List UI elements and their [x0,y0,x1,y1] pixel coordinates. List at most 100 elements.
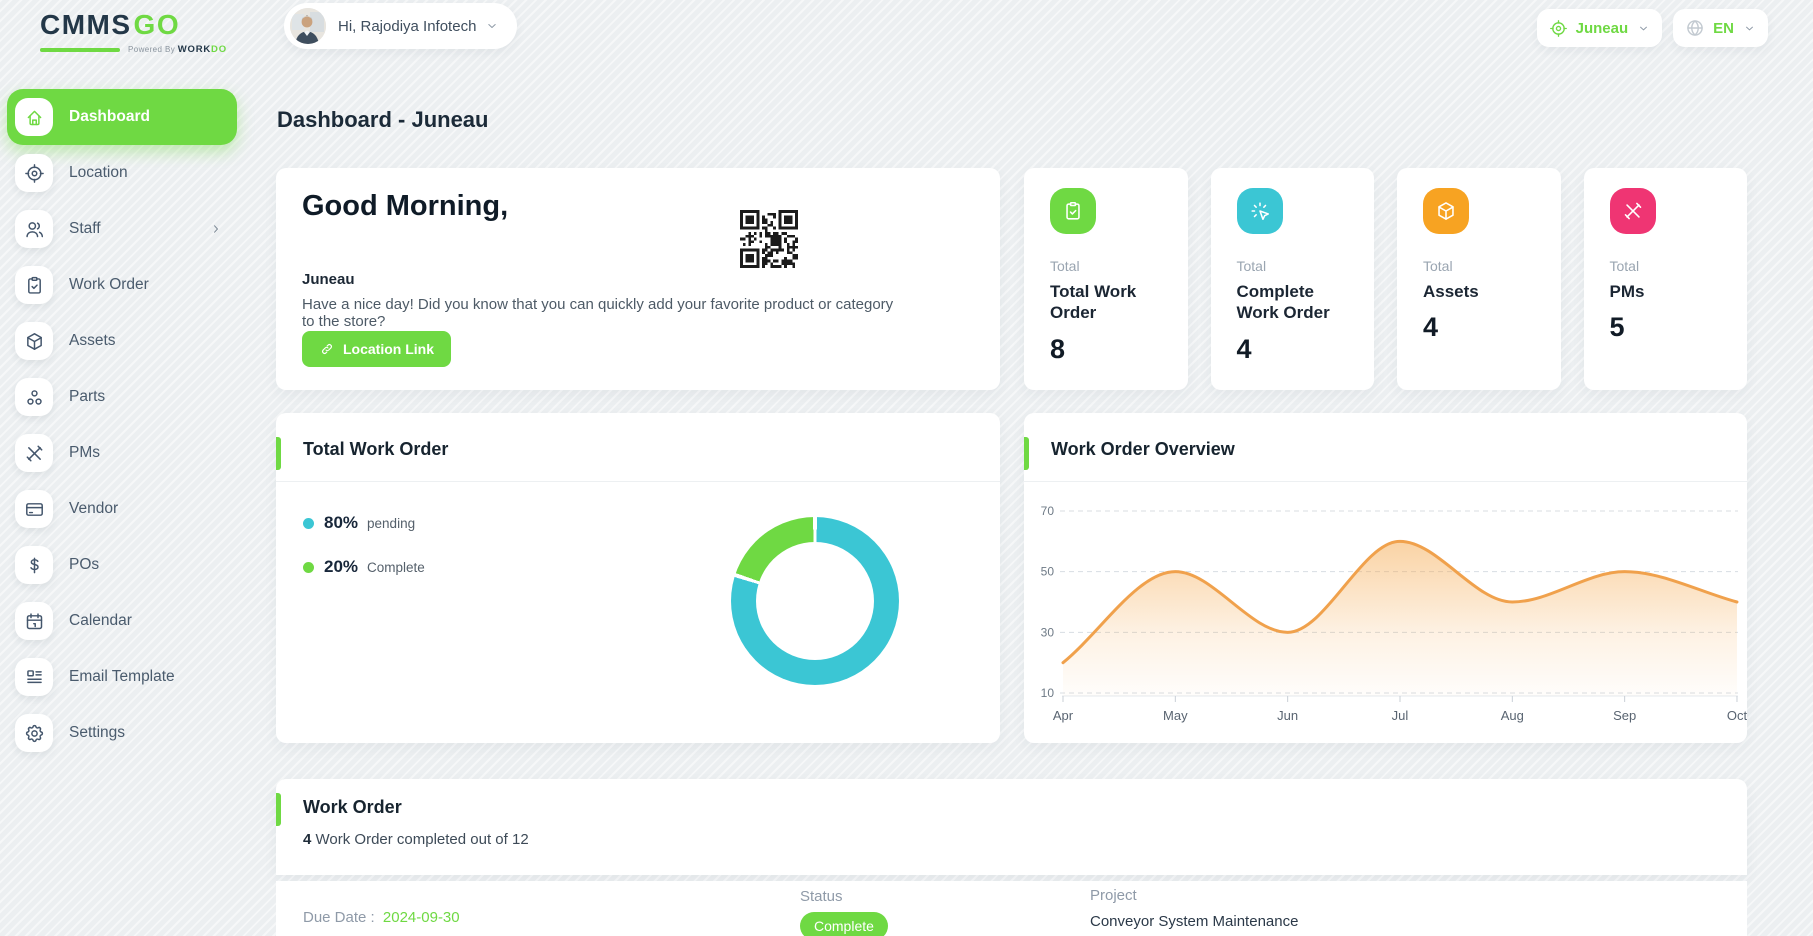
accent-bar [1024,437,1029,470]
work-order-header-card: Work Order 4 Work Order completed out of… [276,779,1747,875]
template-icon [15,658,53,696]
accent-bar [276,793,281,826]
greeting-message: Have a nice day! Did you know that you c… [302,296,902,330]
users-icon [15,210,53,248]
stat-title: PMs [1610,281,1730,302]
header-actions: Juneau EN [1537,9,1768,47]
brand-logo-text: CMMSGO [40,11,227,39]
sidebar-item-staff[interactable]: Staff [7,201,237,257]
sidebar-item-label: POs [69,556,99,574]
due-date-value: 2024-09-30 [383,909,460,926]
chevron-down-icon [485,19,499,33]
sidebar-item-label: Assets [69,332,116,350]
sidebar-item-label: Staff [69,220,101,238]
location-selector-value: Juneau [1576,20,1629,37]
stat-value: 8 [1050,334,1188,365]
card-header: Work Order Overview [1024,413,1747,482]
greeting-title: Good Morning, [302,190,508,223]
sidebar-item-parts[interactable]: Parts [7,369,237,425]
svg-text:70: 70 [1041,504,1055,518]
user-avatar [290,8,326,44]
sidebar-item-vendor[interactable]: Vendor [7,481,237,537]
sidebar-item-email-template[interactable]: Email Template [7,649,237,705]
sidebar-item-settings[interactable]: Settings [7,705,237,761]
parts-circles-icon [15,378,53,416]
svg-text:30: 30 [1041,625,1055,639]
stat-label: Total [1050,258,1188,274]
work-order-overview-card: Work Order Overview 70 50 30 10 Apr May Jun Jul… [1024,413,1747,743]
stat-value: 4 [1237,334,1375,365]
qr-code [740,210,798,268]
area-chart: 70503010AprMayJunJulAugSepOct [1024,481,1747,743]
summary-row: Good Morning, Juneau Have a nice day! Di… [276,168,1747,390]
globe-icon [1685,18,1705,38]
cursor-click-icon [1237,188,1283,234]
main-content: Dashboard - Juneau Good Morning, Juneau … [276,80,1747,936]
language-selector-value: EN [1713,20,1734,37]
user-menu-button[interactable]: Hi, Rajodiya Infotech [284,3,517,49]
stat-label: Total [1423,258,1561,274]
link-icon [319,341,335,357]
sidebar-item-label: Dashboard [69,108,150,126]
stat-card-assets: Total Assets 4 [1397,168,1561,390]
cmmsgo-dashboard: CMMSGO Powered By WORKDO Hi, Rajodiya In… [0,0,1813,936]
sidebar-item-location[interactable]: Location [7,145,237,201]
sidebar-item-label: Parts [69,388,105,406]
svg-text:50: 50 [1041,565,1055,579]
stat-card-total-work-order: Total Total Work Order 8 [1024,168,1188,390]
legend-item-complete: 20% Complete [303,557,425,577]
svg-text:Jul: Jul [1392,708,1409,723]
project-value: Conveyor System Maintenance [1090,913,1298,930]
stat-title: Complete Work Order [1237,281,1357,324]
work-order-summary: 4 Work Order completed out of 12 [303,831,529,848]
legend-dot-complete [303,562,314,573]
stat-cards: Total Total Work Order 8 Total Complete … [1024,168,1747,390]
clipboard-check-icon [1050,188,1096,234]
greeting-location-name: Juneau [302,271,355,288]
sidebar-nav: Dashboard Location Staff Work Order [0,89,237,761]
work-order-row[interactable]: Due Date : 2024-09-30 Status Complete Pr… [276,881,1747,936]
svg-text:Jun: Jun [1277,708,1298,723]
stat-label: Total [1610,258,1748,274]
sidebar-item-work-order[interactable]: Work Order [7,257,237,313]
clipboard-check-icon [15,266,53,304]
sidebar-item-label: PMs [69,444,100,462]
stat-title: Total Work Order [1050,281,1170,324]
chevron-down-icon [1637,22,1650,35]
sidebar-item-label: Work Order [69,276,149,294]
location-selector[interactable]: Juneau [1537,9,1663,47]
accent-bar [276,437,281,470]
due-date-label: Due Date : [303,909,375,926]
svg-text:May: May [1163,708,1188,723]
sidebar-item-dashboard[interactable]: Dashboard [7,89,237,145]
work-order-section: Work Order 4 Work Order completed out of… [276,779,1747,936]
sidebar-item-label: Calendar [69,612,132,630]
stat-value: 4 [1423,312,1561,343]
svg-text:Oct: Oct [1727,708,1747,723]
svg-text:Aug: Aug [1501,708,1524,723]
svg-text:10: 10 [1041,686,1055,700]
crossed-tools-icon [1610,188,1656,234]
language-selector[interactable]: EN [1673,9,1768,47]
location-target-icon [1549,19,1568,38]
stat-title: Assets [1423,281,1543,302]
sidebar-item-assets[interactable]: Assets [7,313,237,369]
location-target-icon [15,154,53,192]
sidebar-item-pms[interactable]: PMs [7,425,237,481]
stat-card-pms: Total PMs 5 [1584,168,1748,390]
project-label: Project [1090,887,1298,904]
location-link-button[interactable]: Location Link [302,331,451,367]
gear-icon [15,714,53,752]
cube-icon [1423,188,1469,234]
sidebar-item-label: Location [69,164,128,182]
svg-text:Apr: Apr [1053,708,1074,723]
status-badge: Complete [800,912,888,936]
status-field: Status Complete [800,888,888,936]
donut-chart [731,517,899,685]
sidebar-item-calendar[interactable]: Calendar [7,593,237,649]
chevron-right-icon [209,222,223,236]
sidebar-item-label: Email Template [69,668,175,686]
dollar-icon [15,546,53,584]
legend-pct: 80% [324,513,358,533]
sidebar-item-pos[interactable]: POs [7,537,237,593]
